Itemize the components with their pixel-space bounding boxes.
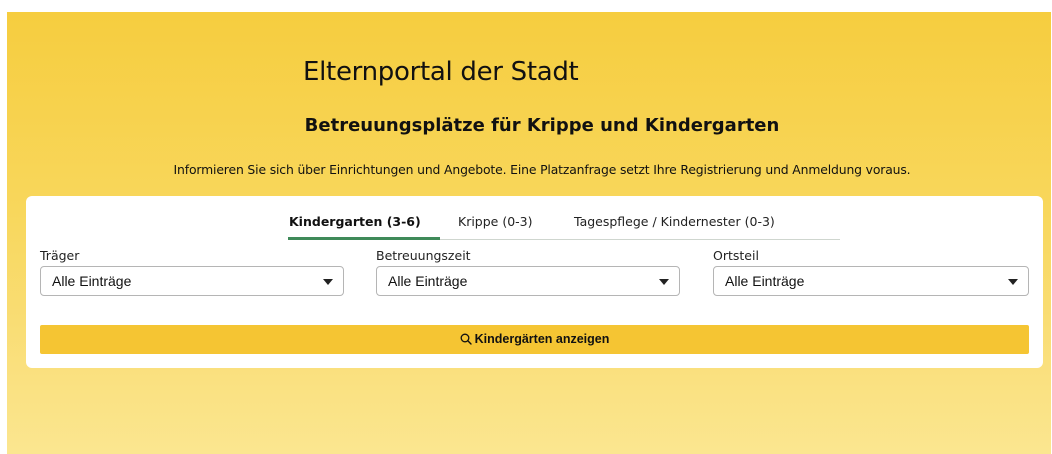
tab-tagespflege[interactable]: Tagespflege / Kindernester (0-3) [574,214,775,229]
page-subtitle: Betreuungsplätze für Krippe und Kinderga… [304,115,780,136]
select-ortsteil-value: Alle Einträge [725,273,805,289]
select-traeger-value: Alle Einträge [52,273,132,289]
filter-label-traeger: Träger [40,248,80,263]
filter-label-betreuungszeit: Betreuungszeit [376,248,471,263]
chevron-down-icon [1008,279,1018,285]
chevron-down-icon [659,279,669,285]
tab-krippe[interactable]: Krippe (0-3) [458,214,533,229]
select-traeger[interactable]: Alle Einträge [40,266,344,296]
search-card: Kindergarten (3-6) Krippe (0-3) Tagespfl… [26,196,1043,368]
tab-kindergarten[interactable]: Kindergarten (3-6) [289,214,421,229]
filter-label-ortsteil: Ortsteil [713,248,759,263]
intro-text: Informieren Sie sich über Einrichtungen … [173,162,911,177]
select-ortsteil[interactable]: Alle Einträge [713,266,1029,296]
search-button-label: Kindergärten anzeigen [474,332,610,346]
tab-bar: Kindergarten (3-6) Krippe (0-3) Tagespfl… [288,210,840,240]
select-betreuungszeit-value: Alle Einträge [388,273,468,289]
search-icon [460,333,472,345]
chevron-down-icon [323,279,333,285]
search-button-content: Kindergärten anzeigen [460,325,610,354]
select-betreuungszeit[interactable]: Alle Einträge [376,266,680,296]
show-kindergartens-button[interactable]: Kindergärten anzeigen [40,325,1029,354]
active-tab-indicator [288,237,440,240]
page-title: Elternportal der Stadt [303,57,579,87]
